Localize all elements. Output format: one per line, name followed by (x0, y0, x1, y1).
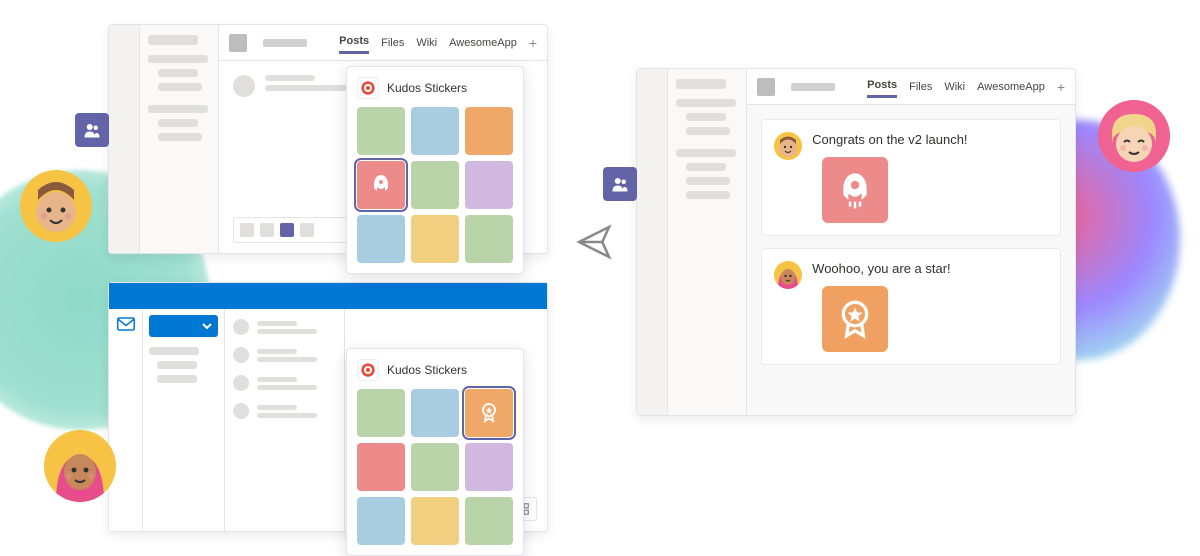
mail-icon[interactable] (117, 317, 135, 331)
kudos-app-icon (357, 359, 379, 381)
send-arrow-icon (574, 222, 614, 267)
sticker-tile[interactable] (357, 389, 405, 437)
avatar-user-1 (20, 170, 92, 242)
tab-files[interactable]: Files (381, 33, 404, 53)
teams-result-window: Posts Files Wiki AwesomeApp + Congrats o… (636, 68, 1076, 416)
tab-awesomeapp[interactable]: AwesomeApp (449, 33, 517, 53)
channel-sidebar (668, 69, 747, 415)
list-item[interactable] (233, 319, 336, 335)
new-mail-button[interactable] (149, 315, 218, 337)
chevron-down-icon (202, 321, 212, 331)
list-item[interactable] (233, 347, 336, 363)
sticker-tile[interactable] (465, 215, 513, 263)
sticker-tile[interactable] (465, 107, 513, 155)
message-avatar-placeholder (233, 75, 255, 97)
channel-sidebar (140, 25, 219, 253)
sticker-picker-popup: Kudos Stickers (346, 66, 524, 274)
app-rail (109, 25, 140, 253)
tab-awesomeapp[interactable]: AwesomeApp (977, 77, 1045, 97)
message-feed: Congrats on the v2 launch! Woohoo, you a… (747, 105, 1075, 415)
sticker-tile[interactable] (411, 443, 459, 491)
sticker-tile[interactable] (465, 161, 513, 209)
channel-name-placeholder (791, 83, 835, 91)
popup-title: Kudos Stickers (387, 363, 467, 377)
list-item[interactable] (233, 375, 336, 391)
post-avatar (774, 261, 802, 289)
channel-avatar (229, 34, 247, 52)
teams-rail-icon[interactable] (603, 167, 637, 201)
add-tab-button[interactable]: + (529, 35, 537, 51)
tab-files[interactable]: Files (909, 77, 932, 97)
kudos-app-icon (357, 77, 379, 99)
sticker-picker-popup: Kudos Stickers (346, 348, 524, 556)
tab-posts[interactable]: Posts (867, 75, 897, 98)
outlook-message-list (225, 309, 345, 531)
outlook-sidebar (143, 309, 225, 531)
outlook-titlebar (109, 283, 547, 309)
sticker-tile[interactable] (357, 215, 405, 263)
rocket-sticker (822, 157, 888, 223)
star-badge-sticker (822, 286, 888, 352)
sticker-tile[interactable] (411, 389, 459, 437)
channel-avatar (757, 78, 775, 96)
sticker-tile[interactable] (465, 389, 513, 437)
channel-name-placeholder (263, 39, 307, 47)
sticker-tile[interactable] (465, 497, 513, 545)
tab-bar: Posts Files Wiki AwesomeApp + (747, 69, 1075, 105)
teams-rail-icon[interactable] (75, 113, 109, 147)
list-item[interactable] (233, 403, 336, 419)
post-text: Woohoo, you are a star! (812, 261, 1048, 276)
outlook-rail (109, 309, 143, 531)
post-item: Woohoo, you are a star! (761, 248, 1061, 365)
sticker-tile[interactable] (411, 107, 459, 155)
sticker-tile[interactable] (357, 107, 405, 155)
sticker-tile[interactable] (411, 161, 459, 209)
post-avatar (774, 132, 802, 160)
avatar-user-2 (44, 430, 116, 502)
tab-posts[interactable]: Posts (339, 31, 369, 54)
tab-wiki[interactable]: Wiki (416, 33, 437, 53)
sticker-tile[interactable] (357, 161, 405, 209)
add-tab-button[interactable]: + (1057, 79, 1065, 95)
post-text: Congrats on the v2 launch! (812, 132, 1048, 147)
sticker-tile[interactable] (465, 443, 513, 491)
sticker-tile[interactable] (411, 215, 459, 263)
popup-title: Kudos Stickers (387, 81, 467, 95)
sticker-tile[interactable] (357, 497, 405, 545)
tab-wiki[interactable]: Wiki (944, 77, 965, 97)
tab-bar: Posts Files Wiki AwesomeApp + (219, 25, 547, 61)
sticker-tile[interactable] (357, 443, 405, 491)
sticker-button[interactable] (280, 223, 294, 237)
compose-box[interactable] (233, 217, 363, 243)
post-item: Congrats on the v2 launch! (761, 119, 1061, 236)
avatar-user-3 (1098, 100, 1170, 172)
sticker-tile[interactable] (411, 497, 459, 545)
app-rail (637, 69, 668, 415)
